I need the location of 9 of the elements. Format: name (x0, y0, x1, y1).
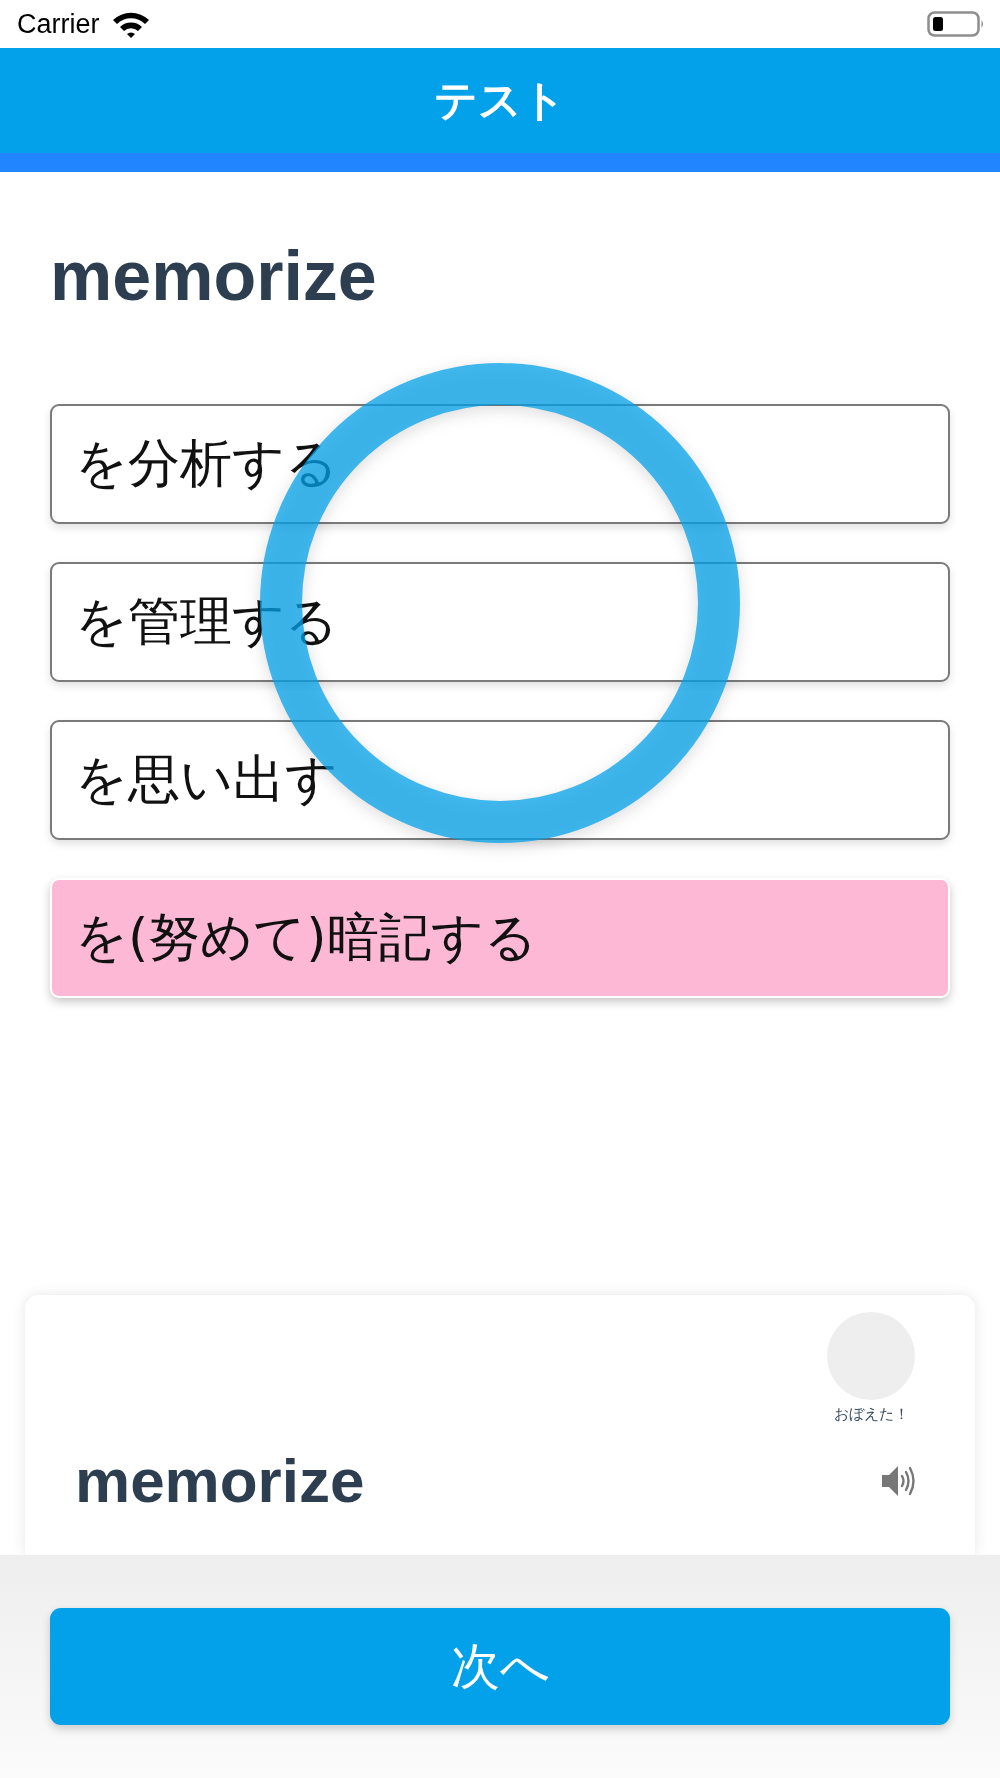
question-word: memorize (50, 242, 377, 310)
battery-icon (927, 11, 985, 37)
carrier-label: Carrier (17, 10, 100, 38)
screen-title: テスト (434, 79, 566, 122)
memorized-button[interactable]: おぼえた！ (827, 1312, 915, 1423)
card-word: memorize (75, 1451, 365, 1511)
answer-option[interactable]: を(努めて)暗記する (50, 878, 950, 998)
speaker-icon[interactable] (881, 1464, 915, 1498)
wifi-icon (111, 10, 150, 38)
